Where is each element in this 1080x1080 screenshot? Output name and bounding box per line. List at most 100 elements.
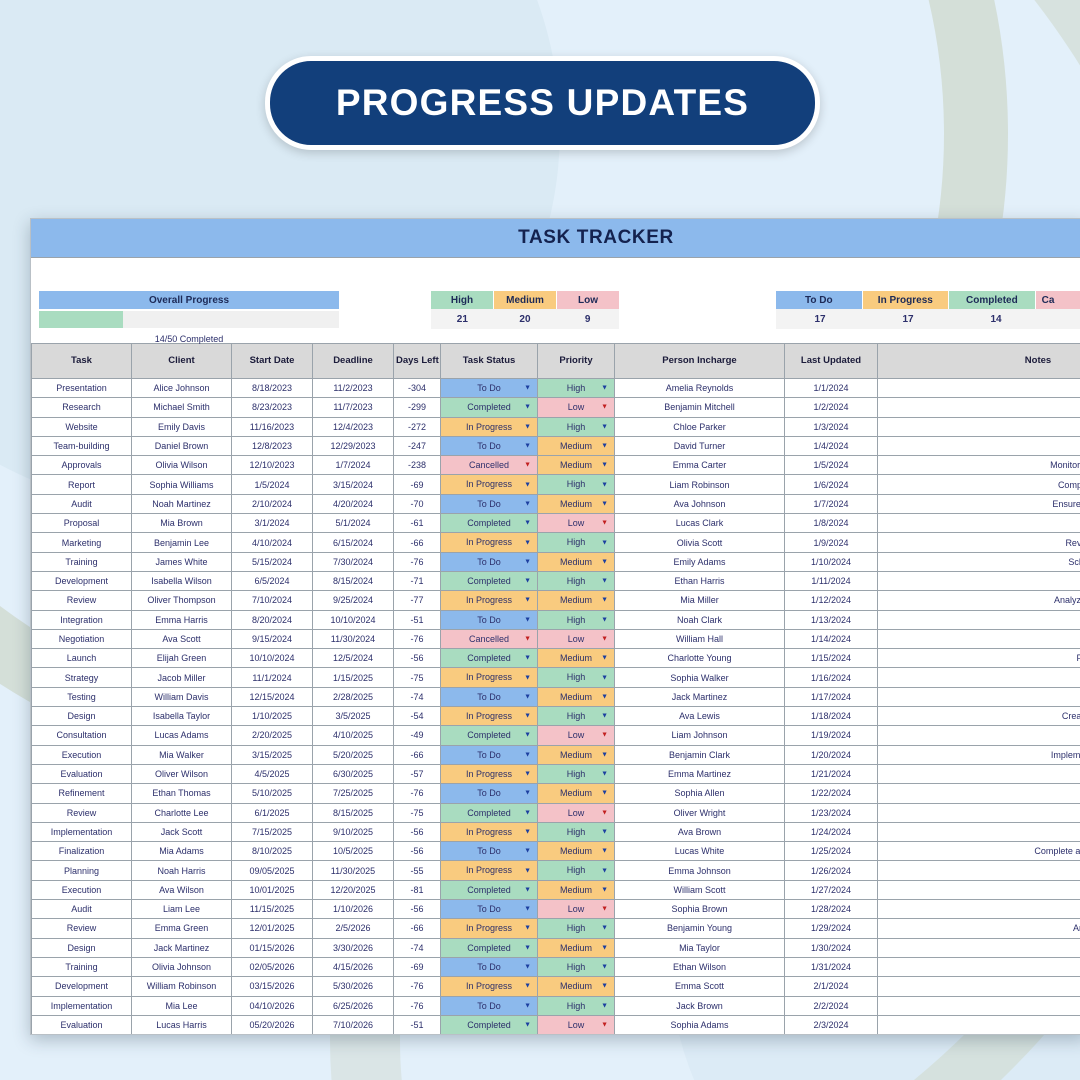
chevron-down-icon[interactable]: ▼ [524,558,531,565]
chevron-down-icon[interactable]: ▼ [524,713,531,720]
cell-task-status[interactable]: To Do ▼ [440,377,538,399]
cell-task-status[interactable]: To Do ▼ [440,551,538,572]
chevron-down-icon[interactable]: ▼ [601,790,608,797]
cell-priority[interactable]: High ▼ [537,706,615,727]
chevron-down-icon[interactable]: ▼ [524,597,531,604]
chevron-down-icon[interactable]: ▼ [524,964,531,971]
cell-notes[interactable]: Monitor payment statuses regularly. [877,455,1080,476]
cell-person-incharge[interactable]: Ava Lewis [614,706,785,727]
cell-deadline[interactable]: 11/30/2025 [312,860,394,881]
cell-notes[interactable]: Schedule with client. [877,725,1080,746]
cell-start-date[interactable]: 3/1/2024 [231,513,313,534]
cell-days-left[interactable]: -238 [393,455,441,476]
cell-days-left[interactable]: -66 [393,918,441,939]
cell-start-date[interactable]: 5/15/2024 [231,551,313,572]
cell-priority[interactable]: Medium ▼ [537,744,615,765]
cell-deadline[interactable]: 6/25/2026 [312,995,394,1016]
cell-task[interactable]: Presentation [31,377,132,399]
cell-last-updated[interactable]: 1/11/2024 [784,570,878,592]
cell-priority[interactable]: Low ▼ [537,899,615,920]
cell-person-incharge[interactable]: Oliver Wright [614,802,785,823]
cell-notes[interactable]: Deploy final version. [877,821,1080,843]
cell-person-incharge[interactable]: Jack Brown [614,995,785,1016]
cell-notes[interactable]: Launch new system. [877,995,1080,1016]
cell-task-status[interactable]: Completed ▼ [440,1014,538,1034]
cell-last-updated[interactable]: 1/8/2024 [784,513,878,534]
cell-notes[interactable]: Schedule sessions with trainer. [877,551,1080,572]
cell-task[interactable]: Implementation [31,821,132,843]
cell-last-updated[interactable]: 1/2/2024 [784,397,878,418]
chevron-down-icon[interactable]: ▼ [601,578,608,585]
cell-person-incharge[interactable]: Amelia Reynolds [614,377,785,399]
cell-person-incharge[interactable]: Noah Clark [614,609,785,630]
cell-priority[interactable]: High ▼ [537,956,615,978]
cell-last-updated[interactable]: 1/29/2024 [784,918,878,939]
cell-notes[interactable]: Review financial records. [877,899,1080,920]
cell-deadline[interactable]: 5/30/2026 [312,976,394,997]
cell-client[interactable]: Noah Harris [131,860,232,881]
chevron-down-icon[interactable]: ▼ [601,404,608,411]
cell-task-status[interactable]: Completed ▼ [440,513,538,534]
chevron-down-icon[interactable]: ▼ [601,848,608,855]
cell-days-left[interactable]: -56 [393,841,441,862]
cell-person-incharge[interactable]: Ava Brown [614,821,785,843]
cell-client[interactable]: Alice Johnson [131,377,232,399]
chevron-down-icon[interactable]: ▼ [524,1021,531,1028]
cell-client[interactable]: William Robinson [131,976,232,997]
cell-task[interactable]: Approvals [31,455,132,476]
chevron-down-icon[interactable]: ▼ [601,906,608,913]
chevron-down-icon[interactable]: ▼ [524,443,531,450]
cell-priority[interactable]: High ▼ [537,763,615,785]
cell-days-left[interactable]: -56 [393,648,441,669]
cell-task-status[interactable]: To Do ▼ [440,995,538,1016]
cell-last-updated[interactable]: 1/16/2024 [784,667,878,688]
cell-notes[interactable]: Carry out planned activities. [877,879,1080,901]
cell-client[interactable]: Michael Smith [131,397,232,418]
cell-task[interactable]: Execution [31,879,132,901]
chevron-down-icon[interactable]: ▼ [601,558,608,565]
chevron-down-icon[interactable]: ▼ [524,462,531,469]
cell-last-updated[interactable]: 1/25/2024 [784,841,878,862]
cell-last-updated[interactable]: 1/17/2024 [784,686,878,708]
cell-client[interactable]: Jacob Miller [131,667,232,688]
cell-task-status[interactable]: In Progress ▼ [440,667,538,688]
cell-priority[interactable]: Low ▼ [537,513,615,534]
chevron-down-icon[interactable]: ▼ [524,983,531,990]
chevron-down-icon[interactable]: ▼ [601,925,608,932]
cell-person-incharge[interactable]: Sophia Allen [614,783,785,804]
cell-person-incharge[interactable]: Emma Carter [614,455,785,476]
cell-deadline[interactable]: 4/15/2026 [312,956,394,978]
cell-notes[interactable]: Review campaign performance. [877,532,1080,553]
chevron-down-icon[interactable]: ▼ [601,828,608,835]
cell-task-status[interactable]: To Do ▼ [440,493,538,515]
column-header-notes[interactable]: Notes [877,343,1080,379]
chevron-down-icon[interactable]: ▼ [524,1002,531,1009]
cell-task[interactable]: Development [31,976,132,997]
chevron-down-icon[interactable]: ▼ [524,848,531,855]
chevron-down-icon[interactable]: ▼ [601,944,608,951]
cell-task[interactable]: Design [31,706,132,727]
cell-task[interactable]: Integration [31,609,132,630]
cell-priority[interactable]: High ▼ [537,570,615,592]
cell-days-left[interactable]: -57 [393,763,441,785]
cell-days-left[interactable]: -51 [393,609,441,630]
cell-client[interactable]: Sophia Williams [131,474,232,495]
cell-notes[interactable]: Share data securely. [877,435,1080,457]
cell-client[interactable]: Lucas Adams [131,725,232,746]
chevron-down-icon[interactable]: ▼ [524,867,531,874]
cell-person-incharge[interactable]: Liam Robinson [614,474,785,495]
cell-task-status[interactable]: To Do ▼ [440,744,538,765]
cell-start-date[interactable]: 2/20/2025 [231,725,313,746]
cell-task-status[interactable]: In Progress ▼ [440,474,538,495]
column-header-task[interactable]: Task [31,343,132,379]
chevron-down-icon[interactable]: ▼ [524,655,531,662]
cell-client[interactable]: William Davis [131,686,232,708]
cell-last-updated[interactable]: 1/10/2024 [784,551,878,572]
cell-start-date[interactable]: 10/10/2024 [231,648,313,669]
cell-days-left[interactable]: -61 [393,513,441,534]
cell-task-status[interactable]: Completed ▼ [440,648,538,669]
cell-person-incharge[interactable]: Emily Adams [614,551,785,572]
cell-client[interactable]: Isabella Taylor [131,706,232,727]
chevron-down-icon[interactable]: ▼ [524,674,531,681]
cell-days-left[interactable]: -51 [393,1014,441,1034]
